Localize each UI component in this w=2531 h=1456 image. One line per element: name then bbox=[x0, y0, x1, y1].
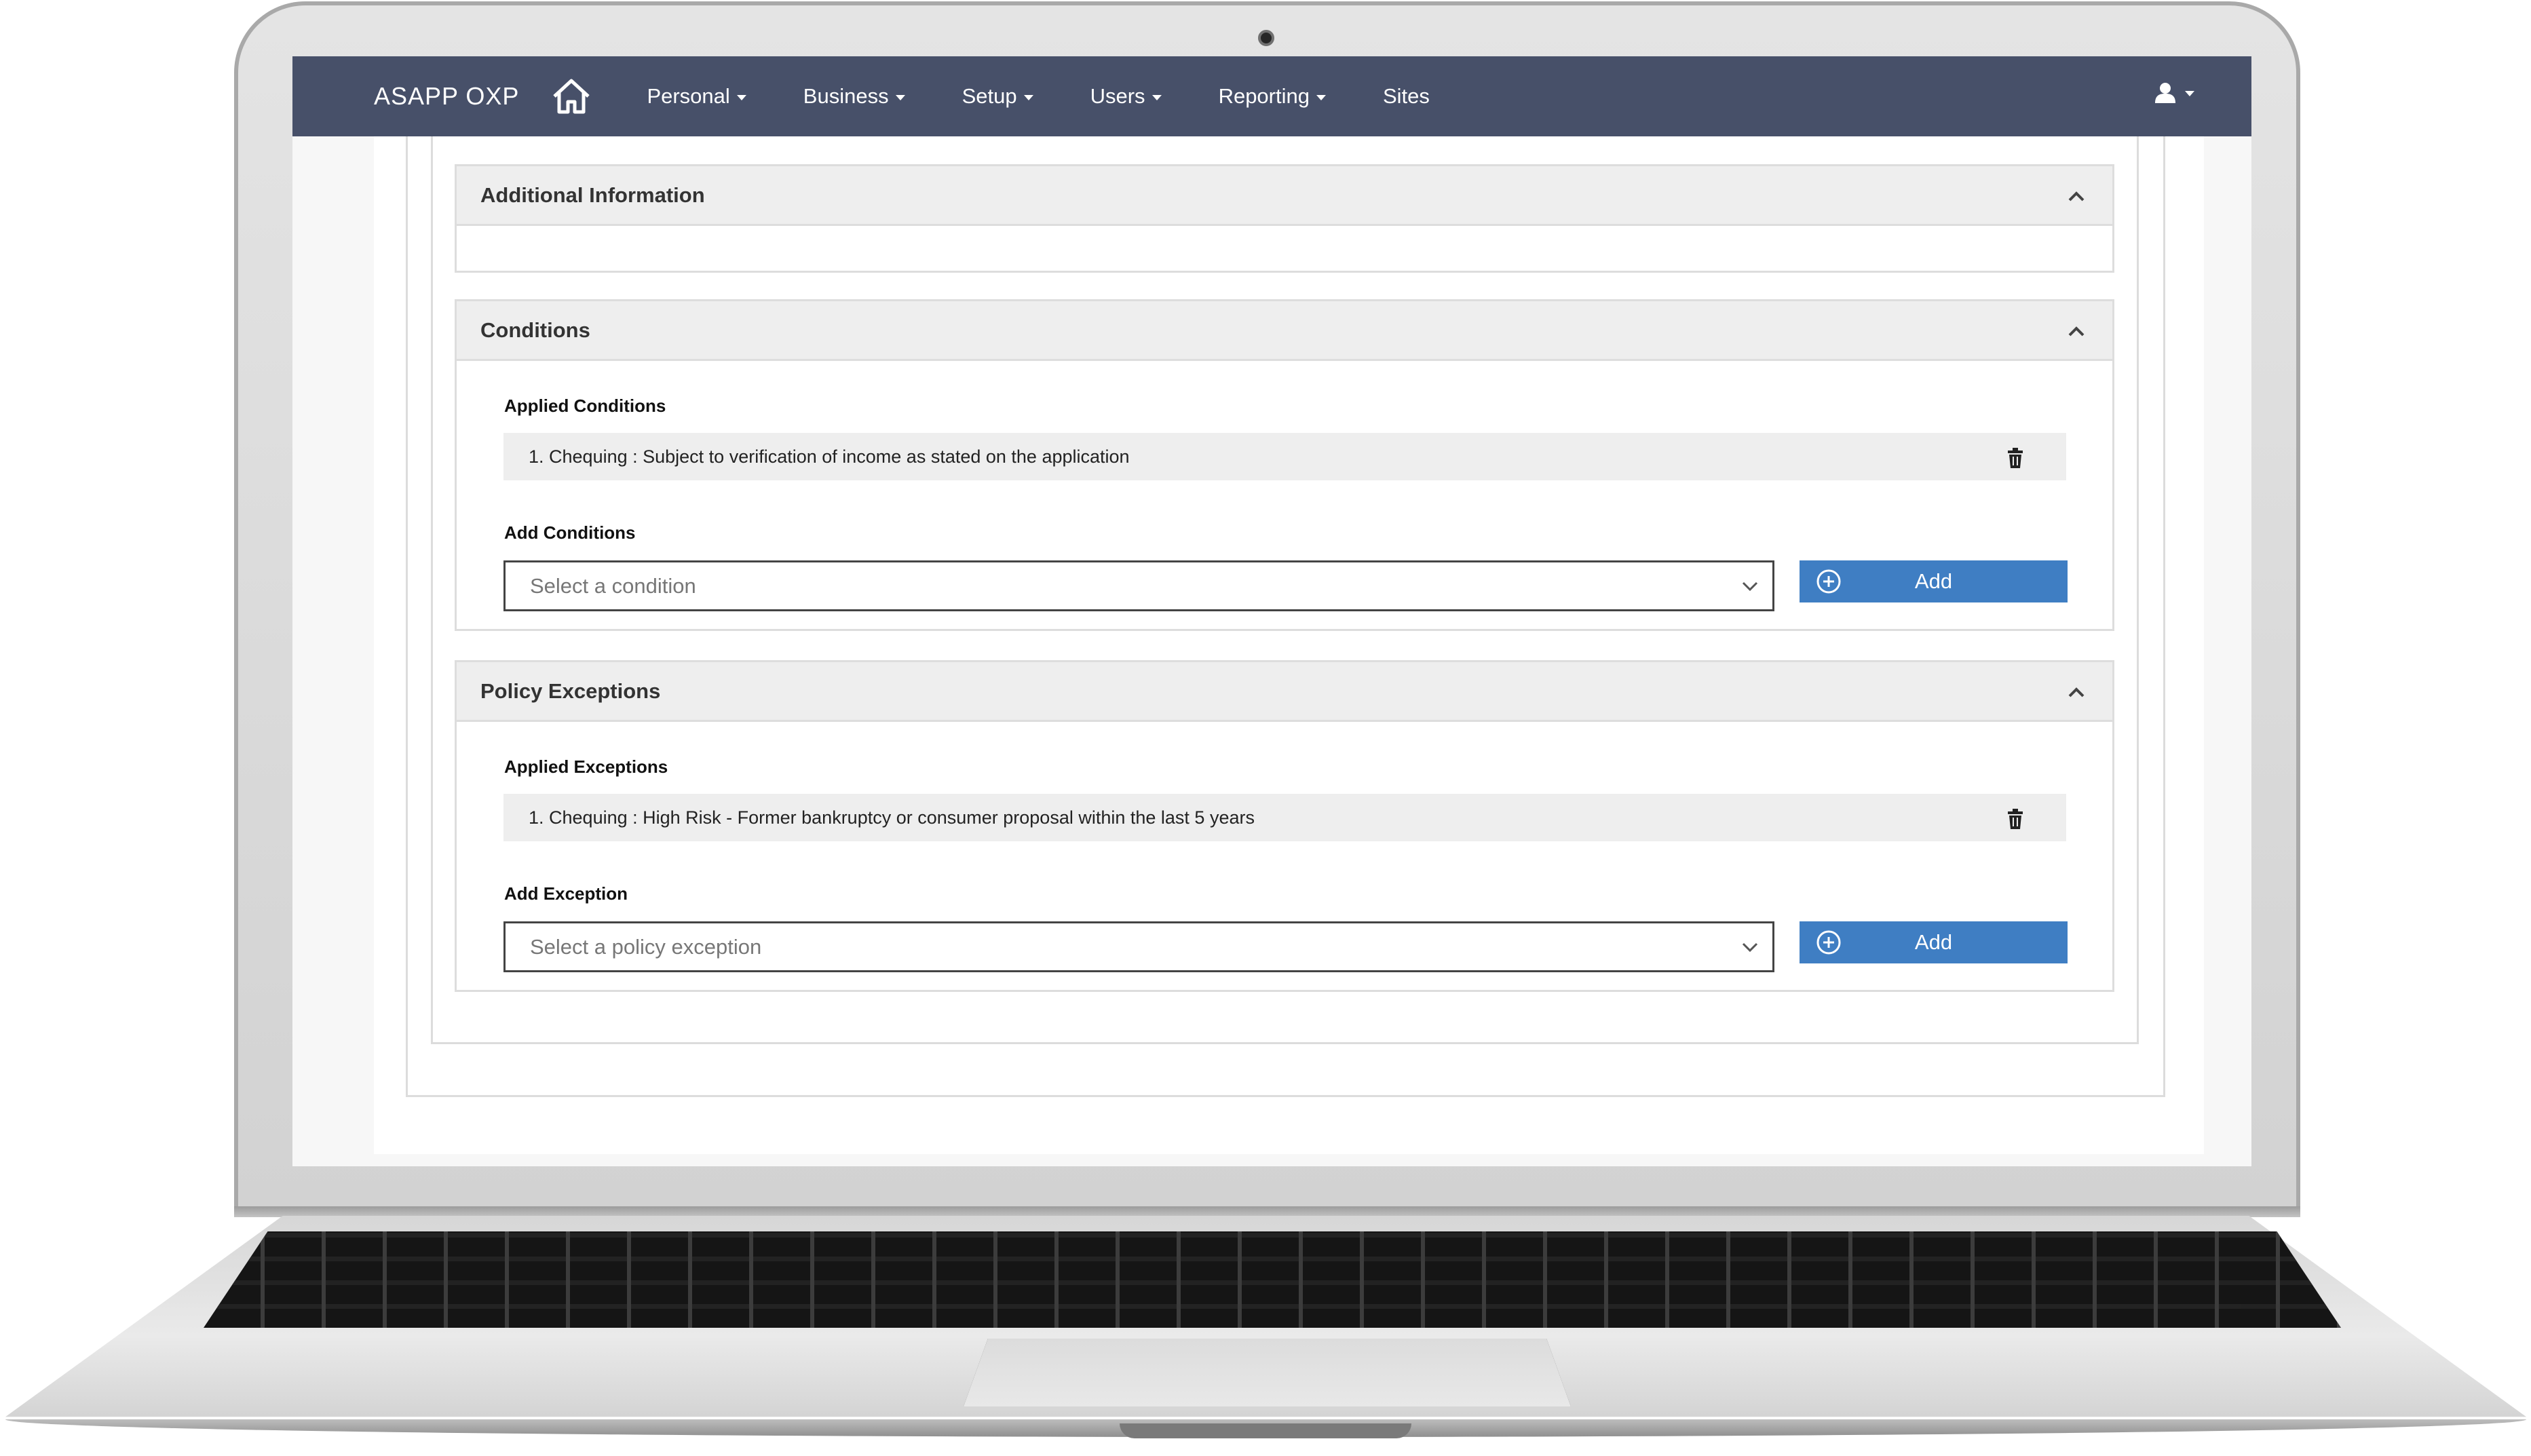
add-conditions-label: Add Conditions bbox=[504, 522, 636, 543]
add-condition-button[interactable]: Add bbox=[1800, 560, 2068, 602]
panel-policy-exceptions: Policy Exceptions Applied Exceptions 1. … bbox=[455, 660, 2114, 992]
add-button-label: Add bbox=[1914, 930, 1953, 954]
nav-business[interactable]: Business bbox=[803, 84, 905, 109]
nav-personal[interactable]: Personal bbox=[647, 84, 746, 109]
caret-down-icon bbox=[1023, 95, 1033, 100]
applied-exception-row: 1. Chequing : High Risk - Former bankrup… bbox=[503, 794, 2066, 841]
chevron-down-icon bbox=[1742, 581, 1758, 592]
laptop-notch bbox=[1120, 1423, 1411, 1438]
panel-title: Additional Information bbox=[480, 183, 705, 207]
applied-exceptions-label: Applied Exceptions bbox=[504, 756, 668, 777]
panel-title: Conditions bbox=[480, 318, 590, 342]
nav-users[interactable]: Users bbox=[1090, 84, 1162, 109]
condition-select[interactable]: Select a condition bbox=[503, 560, 1774, 611]
nav-reporting[interactable]: Reporting bbox=[1219, 84, 1326, 109]
chevron-up-icon[interactable] bbox=[2068, 189, 2085, 204]
nav-label: Personal bbox=[647, 84, 730, 108]
panel-additional-information: Additional Information bbox=[455, 164, 2114, 273]
panel-header[interactable]: Additional Information bbox=[457, 166, 2112, 226]
chevron-down-icon bbox=[1742, 942, 1758, 953]
applied-condition-row: 1. Chequing : Subject to verification of… bbox=[503, 433, 2066, 480]
top-navbar: ASAPP OXP Personal Business Setup Users bbox=[292, 56, 2251, 136]
caret-down-icon bbox=[895, 95, 905, 100]
panel-conditions: Conditions Applied Conditions 1. Chequin… bbox=[455, 299, 2114, 631]
caret-down-icon bbox=[1316, 95, 1326, 100]
add-button-label: Add bbox=[1914, 569, 1953, 593]
applied-conditions-label: Applied Conditions bbox=[504, 396, 666, 416]
brand-logo[interactable]: ASAPP OXP bbox=[374, 82, 519, 111]
home-icon[interactable] bbox=[550, 77, 592, 115]
trash-icon[interactable] bbox=[2006, 809, 2024, 829]
nav-label: Setup bbox=[962, 84, 1017, 108]
nav-sites[interactable]: Sites bbox=[1383, 84, 1430, 109]
panel-title: Policy Exceptions bbox=[480, 678, 661, 703]
caret-down-icon bbox=[2185, 91, 2194, 96]
applied-exception-text: 1. Chequing : High Risk - Former bankrup… bbox=[529, 807, 1255, 828]
trash-icon[interactable] bbox=[2006, 448, 2024, 468]
panel-header[interactable]: Policy Exceptions bbox=[457, 662, 2112, 722]
nav-label: Business bbox=[803, 84, 889, 108]
webcam bbox=[1258, 30, 1274, 46]
panel-header[interactable]: Conditions bbox=[457, 301, 2112, 361]
nav-setup[interactable]: Setup bbox=[962, 84, 1033, 109]
nav-label: Reporting bbox=[1218, 84, 1310, 108]
trackpad bbox=[964, 1339, 1571, 1406]
nav-label: Sites bbox=[1382, 84, 1430, 108]
select-placeholder: Select a policy exception bbox=[530, 934, 762, 959]
chevron-up-icon[interactable] bbox=[2068, 685, 2085, 700]
applied-condition-text: 1. Chequing : Subject to verification of… bbox=[529, 446, 1130, 467]
keyboard-keys bbox=[204, 1231, 2341, 1328]
user-icon bbox=[2155, 83, 2175, 103]
user-menu[interactable] bbox=[2154, 81, 2194, 104]
caret-down-icon bbox=[1152, 95, 1162, 100]
chevron-up-icon[interactable] bbox=[2068, 324, 2085, 339]
laptop-hinge bbox=[234, 1206, 2300, 1217]
exception-select[interactable]: Select a policy exception bbox=[503, 921, 1774, 972]
screen: ASAPP OXP Personal Business Setup Users bbox=[292, 56, 2251, 1166]
add-exception-label: Add Exception bbox=[504, 883, 628, 904]
caret-down-icon bbox=[736, 95, 746, 100]
select-placeholder: Select a condition bbox=[530, 573, 696, 598]
nav-label: Users bbox=[1090, 84, 1145, 108]
add-exception-button[interactable]: Add bbox=[1800, 921, 2068, 963]
